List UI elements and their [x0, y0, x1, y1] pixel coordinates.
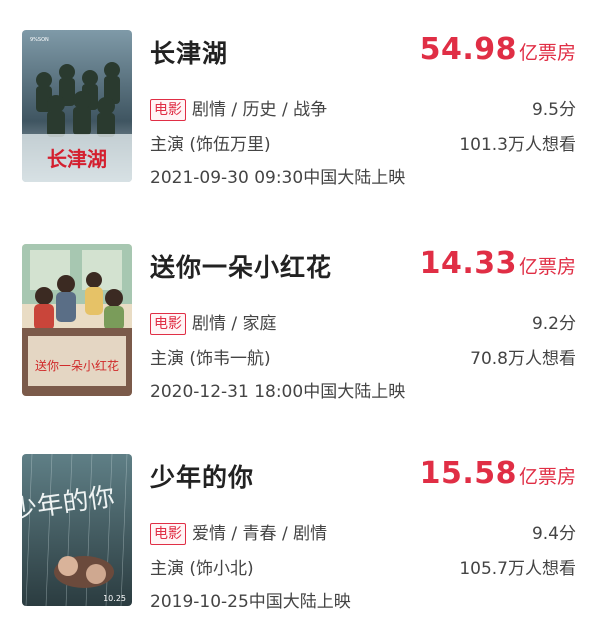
poster-title-text: 长津湖 [47, 147, 107, 171]
movie-cast: 主演 (饰小北) [150, 559, 254, 579]
poster-image: 少年的你 10.25 [22, 454, 132, 606]
movie-card-shaoniandeni[interactable]: 少年的你 10.25 少年的你 15.58 亿票房 电影 爱情 / 青春 / 剧情 … [0, 446, 600, 636]
poster-image: 送你一朵小红花 [22, 244, 132, 396]
movie-score: 9.2分 [531, 314, 576, 334]
movie-genres: 剧情 / 历史 / 战争 [192, 100, 328, 120]
movie-cast: 主演 (饰伍万里) [150, 135, 271, 155]
poster-date-text: 10.25 [103, 594, 126, 603]
movie-card-changjinhu[interactable]: 9%SON 长津湖 长津湖 54.98 亿票房 电影 剧情 / 历史 / 战争 9.… [0, 22, 600, 212]
genre-row: 电影 爱情 / 青春 / 剧情 9.4分 [150, 519, 576, 545]
svg-text:9%SON: 9%SON [30, 37, 49, 43]
movie-cast: 主演 (饰韦一航) [150, 349, 271, 369]
release-row: 2020-12-31 18:00中国大陆上映 [150, 377, 576, 403]
movie-title[interactable]: 长津湖 [150, 34, 228, 70]
poster-title-text: 送你一朵小红花 [35, 358, 119, 373]
genre-row: 电影 剧情 / 家庭 9.2分 [150, 309, 576, 335]
movie-tag: 电影 [150, 523, 186, 545]
box-office-amount: 14.33 [419, 246, 517, 281]
box-office-amount: 54.98 [419, 32, 517, 67]
box-office-unit: 亿票房 [518, 466, 576, 488]
poster-image: 9%SON 长津湖 [22, 30, 132, 182]
cast-row: 主演 (饰韦一航) 70.8万人想看 [150, 344, 576, 370]
box-office-unit: 亿票房 [518, 256, 576, 278]
release-row: 2019-10-25中国大陆上映 [150, 587, 576, 613]
box-office-unit: 亿票房 [518, 42, 576, 64]
top-strip [0, 0, 600, 8]
movie-genres: 爱情 / 青春 / 剧情 [192, 524, 328, 544]
movie-score: 9.4分 [531, 524, 576, 544]
box-office-amount: 15.58 [419, 456, 517, 491]
movie-title[interactable]: 送你一朵小红花 [150, 248, 332, 284]
movie-genres: 剧情 / 家庭 [192, 314, 277, 334]
movie-poster[interactable]: 送你一朵小红花 [22, 244, 132, 396]
release-row: 2021-09-30 09:30中国大陆上映 [150, 163, 576, 189]
genre-row: 电影 剧情 / 历史 / 战争 9.5分 [150, 95, 576, 121]
cast-row: 主演 (饰伍万里) 101.3万人想看 [150, 130, 576, 156]
movie-poster[interactable]: 少年的你 10.25 [22, 454, 132, 606]
movie-score: 9.5分 [531, 100, 576, 120]
movie-title[interactable]: 少年的你 [150, 458, 254, 494]
want-to-see-count: 105.7万人想看 [459, 559, 576, 579]
cast-row: 主演 (饰小北) 105.7万人想看 [150, 554, 576, 580]
movie-card-songnizhixiaohonghua[interactable]: 送你一朵小红花 送你一朵小红花 14.33 亿票房 电影 剧情 / 家庭 9.2分 … [0, 236, 600, 426]
movie-poster[interactable]: 9%SON 长津湖 [22, 30, 132, 182]
want-to-see-count: 101.3万人想看 [459, 135, 576, 155]
release-date: 2021-09-30 09:30中国大陆上映 [150, 168, 406, 188]
box-office: 54.98 亿票房 [420, 32, 576, 67]
box-office: 15.58 亿票房 [420, 456, 576, 491]
movie-tag: 电影 [150, 99, 186, 121]
want-to-see-count: 70.8万人想看 [470, 349, 576, 369]
movie-tag: 电影 [150, 313, 186, 335]
release-date: 2019-10-25中国大陆上映 [150, 592, 351, 612]
release-date: 2020-12-31 18:00中国大陆上映 [150, 382, 406, 402]
box-office: 14.33 亿票房 [420, 246, 576, 281]
